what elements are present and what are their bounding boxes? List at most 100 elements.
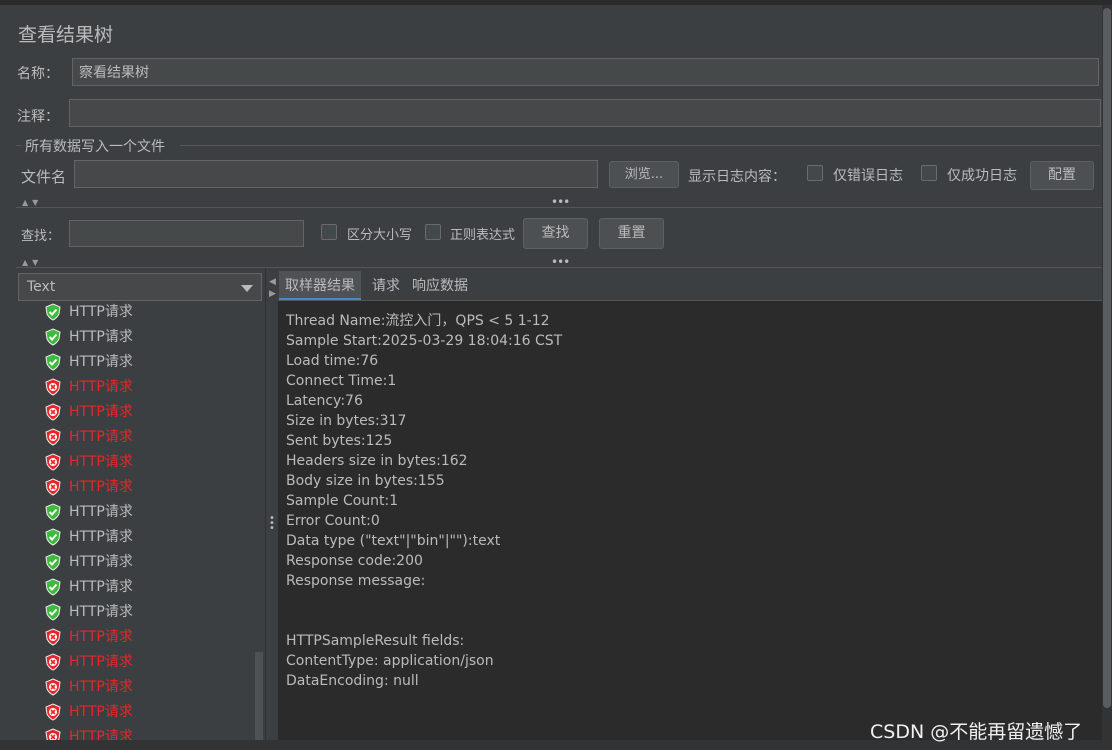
error-shield-icon (45, 378, 61, 396)
tree-item[interactable]: HTTP请求 (18, 502, 254, 527)
splitter-collapse-icon[interactable]: ▲▼ (22, 198, 42, 207)
tab-sampler-result[interactable]: 取样器结果 (279, 271, 361, 301)
window-top-edge (0, 0, 1112, 5)
name-input[interactable] (72, 58, 1099, 86)
tree-item[interactable]: HTTP请求 (18, 527, 254, 552)
errors-only-checkbox[interactable] (807, 165, 823, 181)
tree-item-label: HTTP请求 (69, 554, 133, 570)
tree-item-label: HTTP请求 (69, 504, 133, 520)
tree-item-label: HTTP请求 (69, 704, 133, 720)
sampler-result-text[interactable]: Thread Name:流控入门，QPS < 5 1-12 Sample Star… (286, 311, 562, 691)
case-sensitive-checkbox[interactable] (321, 224, 337, 240)
tree-item[interactable]: HTTP请求 (18, 477, 254, 502)
renderer-select[interactable]: Text (18, 273, 262, 301)
tree-item-label: HTTP请求 (69, 679, 133, 695)
tree-item[interactable]: HTTP请求 (18, 552, 254, 577)
success-shield-icon (45, 353, 61, 371)
tree-item[interactable]: HTTP请求 (18, 427, 254, 452)
result-line: Connect Time:1 (286, 373, 397, 389)
tree-item[interactable]: HTTP请求 (18, 577, 254, 602)
error-shield-icon (45, 453, 61, 471)
success-only-label: 仅成功日志 (947, 168, 1017, 184)
errors-only-label: 仅错误日志 (833, 168, 903, 184)
result-line: Sample Count:1 (286, 493, 399, 509)
tree-item[interactable]: HTTP请求 (18, 727, 254, 740)
reset-button[interactable]: 重置 (599, 218, 664, 249)
find-button[interactable]: 查找 (523, 218, 588, 249)
result-line: Error Count:0 (286, 513, 380, 529)
split-grip-icon[interactable]: • • • (269, 514, 275, 534)
result-line: Response message: (286, 573, 426, 589)
tree-item[interactable]: HTTP请求 (18, 702, 254, 727)
main-scrollbar-thumb[interactable] (1103, 8, 1111, 708)
tree-item-label: HTTP请求 (69, 654, 133, 670)
tree-item[interactable]: HTTP请求 (18, 402, 254, 427)
success-shield-icon (45, 578, 61, 596)
renderer-selected-value: Text (27, 279, 56, 295)
configure-button[interactable]: 配置 (1030, 161, 1094, 190)
filename-input[interactable] (74, 160, 598, 188)
result-line (286, 611, 562, 631)
tree-item[interactable]: HTTP请求 (18, 452, 254, 477)
success-shield-icon (45, 603, 61, 621)
error-shield-icon (45, 728, 61, 740)
result-line (286, 591, 562, 611)
tree-scrollbar-thumb[interactable] (255, 652, 263, 742)
comment-label: 注释： (17, 109, 59, 125)
panel-title: 查看结果树 (18, 24, 114, 46)
success-shield-icon (45, 303, 61, 321)
tree-item[interactable]: HTTP请求 (18, 677, 254, 702)
result-line: Sample Start:2025-03-29 18:04:16 CST (286, 333, 563, 349)
result-line: Latency:76 (286, 393, 363, 409)
success-only-checkbox[interactable] (921, 165, 937, 181)
tree-item-label: HTTP请求 (69, 579, 133, 595)
chevron-down-icon (241, 285, 253, 292)
results-tree[interactable]: HTTP请求 HTTP请求 HTTP请求 HTTP请求 HTTP请求 HTTP请求 HTTP… (18, 302, 254, 740)
tree-item[interactable]: HTTP请求 (18, 352, 254, 377)
regex-checkbox[interactable] (425, 224, 441, 240)
vertical-divider[interactable] (265, 268, 266, 750)
tree-item-label: HTTP请求 (69, 529, 133, 545)
result-line: Thread Name:流控入门，QPS < 5 1-12 (286, 313, 550, 329)
tab-response-data[interactable]: 响应数据 (406, 271, 474, 301)
tree-item-label: HTTP请求 (69, 404, 133, 420)
watermark-text: CSDN @不能再留遗憾了 (870, 721, 1083, 743)
result-line: Response code:200 (286, 553, 423, 569)
error-shield-icon (45, 478, 61, 496)
tree-item[interactable]: HTTP请求 (18, 602, 254, 627)
result-line: Sent bytes:125 (286, 433, 393, 449)
tree-item-label: HTTP请求 (69, 379, 133, 395)
error-shield-icon (45, 403, 61, 421)
tree-item[interactable]: HTTP请求 (18, 302, 254, 327)
result-line: Data type ("text"|"bin"|""):text (286, 533, 501, 549)
result-line: DataEncoding: null (286, 673, 419, 689)
splitter-collapse-icon[interactable]: ▲▼ (22, 258, 42, 267)
result-line: Headers size in bytes:162 (286, 453, 468, 469)
browse-button[interactable]: 浏览... (609, 161, 679, 188)
tree-item-label: HTTP请求 (69, 354, 133, 370)
file-group-title: 所有数据写入一个文件 (25, 139, 165, 155)
result-line: Load time:76 (286, 353, 379, 369)
split-collapse-icon[interactable]: ◀ ▶ (269, 276, 276, 300)
tree-item-label: HTTP请求 (69, 329, 133, 345)
comment-input[interactable] (69, 99, 1101, 127)
error-shield-icon (45, 628, 61, 646)
tree-item-label: HTTP请求 (69, 454, 133, 470)
tree-item-label: HTTP请求 (69, 304, 133, 320)
group-border-left (16, 145, 22, 146)
tree-item-label: HTTP请求 (69, 629, 133, 645)
name-label: 名称： (17, 66, 59, 82)
error-shield-icon (45, 703, 61, 721)
divider (16, 267, 1102, 268)
tree-item[interactable]: HTTP请求 (18, 652, 254, 677)
error-shield-icon (45, 678, 61, 696)
tree-item[interactable]: HTTP请求 (18, 327, 254, 352)
tree-item-label: HTTP请求 (69, 604, 133, 620)
group-border-right (180, 145, 1100, 146)
error-shield-icon (45, 428, 61, 446)
search-input[interactable] (69, 220, 304, 247)
tab-request[interactable]: 请求 (366, 271, 406, 301)
tree-item[interactable]: HTTP请求 (18, 627, 254, 652)
tree-item[interactable]: HTTP请求 (18, 377, 254, 402)
tree-item-label: HTTP请求 (69, 479, 133, 495)
